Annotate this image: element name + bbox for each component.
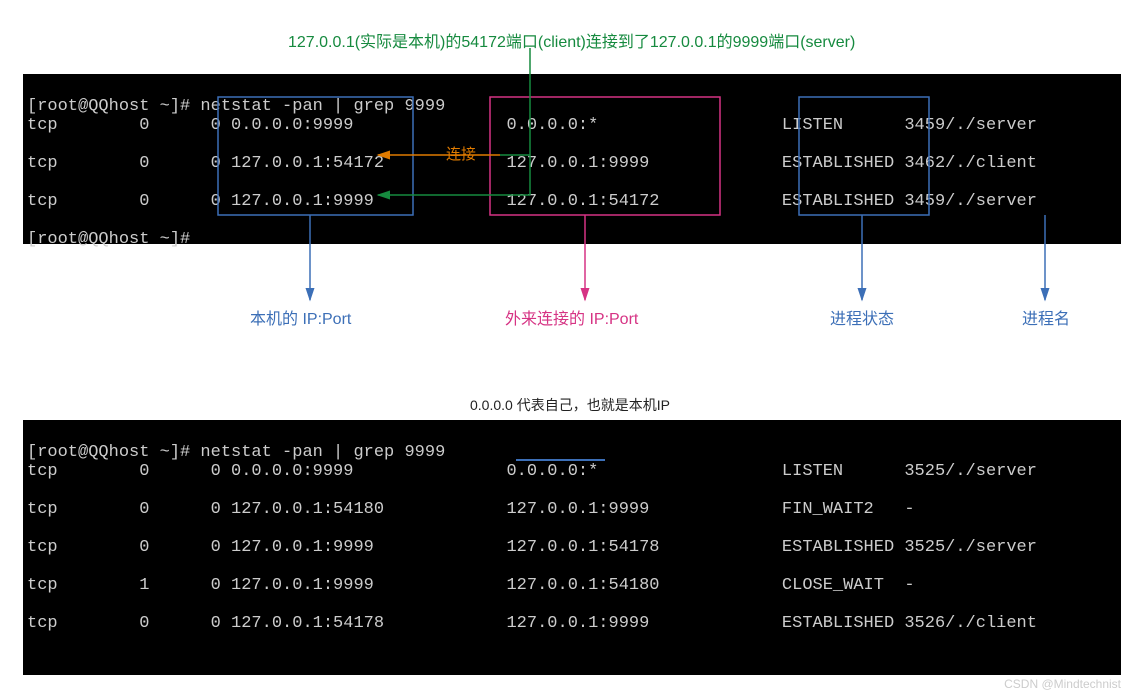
term2-line-prompt: [root@QQhost ~]# netstat -pan | grep 999…	[27, 443, 445, 462]
terminal-1: [root@QQhost ~]# netstat -pan | grep 999…	[23, 74, 1121, 244]
term2-row-1: tcp 0 0 127.0.0.1:54180 127.0.0.1:9999 F…	[27, 500, 915, 519]
term2-row-4: tcp 0 0 127.0.0.1:54178 127.0.0.1:9999 E…	[27, 614, 1037, 633]
term1-row-1: tcp 0 0 127.0.0.1:54172 127.0.0.1:9999 E…	[27, 154, 1037, 173]
watermark: CSDN @Mindtechnist	[1004, 677, 1121, 691]
term2-row-2: tcp 0 0 127.0.0.1:9999 127.0.0.1:54178 E…	[27, 538, 1037, 557]
label-foreign-ipport: 外来连接的 IP:Port	[505, 305, 638, 329]
term1-row-2: tcp 0 0 127.0.0.1:9999 127.0.0.1:54172 E…	[27, 192, 1037, 211]
label-state: 进程状态	[830, 305, 894, 329]
term1-row-0: tcp 0 0 0.0.0.0:9999 0.0.0.0:* LISTEN 34…	[27, 116, 1037, 135]
annotation-0000-note: 0.0.0.0 代表自己，也就是本机IP	[470, 395, 670, 415]
term2-row-0: tcp 0 0 0.0.0.0:9999 0.0.0.0:* LISTEN 35…	[27, 462, 1037, 481]
term1-line-prompt2: [root@QQhost ~]#	[27, 230, 190, 249]
annotation-top: 127.0.0.1(实际是本机)的54172端口(client)连接到了127.…	[288, 28, 855, 52]
label-pidname: 进程名	[1022, 305, 1070, 329]
label-local-ipport: 本机的 IP:Port	[250, 305, 351, 329]
term1-line-prompt: [root@QQhost ~]# netstat -pan | grep 999…	[27, 97, 445, 116]
label-connect: 连接	[446, 143, 476, 164]
term2-row-3: tcp 1 0 127.0.0.1:9999 127.0.0.1:54180 C…	[27, 576, 915, 595]
terminal-2: [root@QQhost ~]# netstat -pan | grep 999…	[23, 420, 1121, 675]
